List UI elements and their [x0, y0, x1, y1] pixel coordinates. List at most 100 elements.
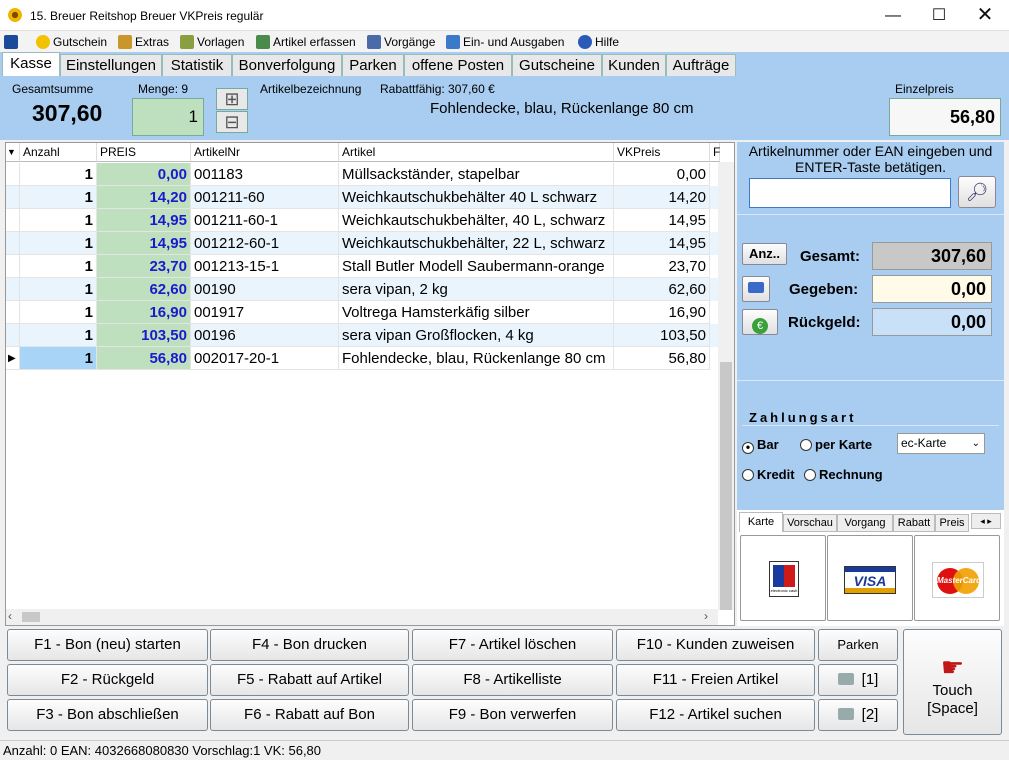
- radio-bar[interactable]: • Bar: [742, 437, 779, 454]
- col-anzahl[interactable]: Anzahl: [20, 143, 97, 162]
- f4-button[interactable]: F4 - Bon drucken: [210, 629, 409, 661]
- cell-nr: 002017-20-1: [191, 347, 339, 370]
- subtab-vorschau[interactable]: Vorschau: [783, 514, 837, 532]
- ec-card-button[interactable]: electronic cash: [740, 535, 826, 621]
- gesamt-label: Gesamt:: [800, 248, 861, 265]
- euro-button[interactable]: €: [742, 309, 778, 335]
- f12-button[interactable]: F12 - Artikel suchen: [616, 699, 815, 731]
- table-row[interactable]: 1 16,90 001917 Voltrega Hamsterkäfig silber…: [6, 301, 718, 324]
- scroll-left-icon[interactable]: ‹: [8, 609, 12, 623]
- touch-button[interactable]: ☛ Touch [Space]: [903, 629, 1002, 735]
- horizontal-scroll-thumb[interactable]: [22, 612, 40, 622]
- menu-artikel-erfassen[interactable]: Artikel erfassen: [256, 34, 356, 50]
- exit-icon[interactable]: [4, 34, 21, 50]
- article-search-input[interactable]: [749, 178, 951, 208]
- f5-button[interactable]: F5 - Rabatt auf Artikel: [210, 664, 409, 696]
- karte-select[interactable]: ec-Karte ⌄: [897, 433, 985, 454]
- col-artikelnr[interactable]: ArtikelNr: [191, 143, 339, 162]
- table-row[interactable]: 1 14,95 001211-60-1 Weichkautschukbehälter,…: [6, 209, 718, 232]
- row-indicator: [6, 163, 20, 186]
- pointing-hand-icon: ☛: [940, 652, 965, 682]
- table-row[interactable]: 1 23,70 001213-15-1 Stall Butler Modell Sau…: [6, 255, 718, 278]
- visa-card-button[interactable]: VISA: [827, 535, 913, 621]
- subtab-preis[interactable]: Preis: [935, 514, 969, 532]
- col-f[interactable]: F: [710, 143, 720, 162]
- zahlungsart-label: Zahlungsart: [749, 410, 857, 425]
- tab-kunden[interactable]: Kunden: [602, 54, 666, 76]
- parken-button[interactable]: Parken: [818, 629, 898, 661]
- minimize-button[interactable]: —: [870, 0, 916, 31]
- horizontal-scrollbar[interactable]: ‹ ›: [6, 609, 718, 625]
- tab-kasse[interactable]: Kasse: [2, 52, 60, 76]
- menu-gutschein[interactable]: Gutschein: [36, 34, 107, 50]
- radio-rechnung[interactable]: Rechnung: [804, 467, 883, 482]
- euro-coin-icon: €: [752, 318, 768, 334]
- mastercard-button[interactable]: MasterCard: [914, 535, 1000, 621]
- cell-vk: 0,00: [614, 163, 710, 186]
- menge-input[interactable]: 1: [132, 98, 204, 136]
- menu-hilfe[interactable]: Hilfe: [578, 34, 619, 50]
- printer-icon: [837, 708, 854, 720]
- table-row[interactable]: 1 14,20 001211-60 Weichkautschukbehälter 40…: [6, 186, 718, 209]
- table-row[interactable]: ▶ 1 56,80 002017-20-1 Fohlendecke, blau, Rüc…: [6, 347, 718, 370]
- minus-button[interactable]: ⊟: [216, 111, 248, 133]
- print-1-button[interactable]: [1]: [818, 664, 898, 696]
- f8-button[interactable]: F8 - Artikelliste: [412, 664, 613, 696]
- tab-statistik[interactable]: Statistik: [162, 54, 232, 76]
- radio-kredit[interactable]: Kredit: [742, 467, 795, 482]
- cell-anzahl: 1: [20, 301, 97, 324]
- visa-logo-icon: VISA: [844, 566, 896, 594]
- menu-vorlagen[interactable]: Vorlagen: [180, 34, 244, 50]
- table-row[interactable]: 1 62,60 00190 sera vipan, 2 kg 62,60: [6, 278, 718, 301]
- col-preis[interactable]: PREIS: [97, 143, 191, 162]
- table-row[interactable]: 1 0,00 001183 Müllsackständer, stapelbar 0,0…: [6, 163, 718, 186]
- ec-logo-icon: electronic cash: [769, 561, 799, 597]
- gegeben-input[interactable]: 0,00: [872, 275, 992, 303]
- plus-button[interactable]: ⊞: [216, 88, 248, 110]
- subtab-karte[interactable]: Karte: [739, 512, 783, 532]
- scroll-right-icon[interactable]: ›: [704, 609, 708, 623]
- menu-vorgaenge[interactable]: Vorgänge: [367, 34, 435, 50]
- f3-button[interactable]: F3 - Bon abschließen: [7, 699, 208, 731]
- tab-parken[interactable]: Parken: [342, 54, 404, 76]
- tab-gutscheine[interactable]: Gutscheine: [512, 54, 602, 76]
- cell-preis: 16,90: [97, 301, 191, 324]
- divider: [737, 380, 1004, 381]
- tab-offene-posten[interactable]: offene Posten: [404, 54, 512, 76]
- vertical-scrollbar[interactable]: [718, 162, 734, 610]
- subtab-vorgang[interactable]: Vorgang: [837, 514, 893, 532]
- col-vkpreis[interactable]: VKPreis: [614, 143, 710, 162]
- table-row[interactable]: 1 14,95 001212-60-1 Weichkautschukbehälter,…: [6, 232, 718, 255]
- anzahl-button[interactable]: Anz..: [742, 243, 787, 265]
- search-button[interactable]: 🔎︎: [958, 176, 996, 208]
- f6-button[interactable]: F6 - Rabatt auf Bon: [210, 699, 409, 731]
- menu-ein-ausgaben[interactable]: Ein- und Ausgaben: [446, 34, 564, 50]
- cell-vk: 14,95: [614, 232, 710, 255]
- radio-per-karte[interactable]: per Karte: [800, 437, 872, 452]
- vertical-scroll-thumb[interactable]: [720, 362, 732, 610]
- card-payment-button[interactable]: [742, 276, 770, 302]
- f7-button[interactable]: F7 - Artikel löschen: [412, 629, 613, 661]
- subtab-rabatt[interactable]: Rabatt: [893, 514, 935, 532]
- f10-button[interactable]: F10 - Kunden zuweisen: [616, 629, 815, 661]
- tab-bonverfolgung[interactable]: Bonverfolgung: [232, 54, 342, 76]
- cell-preis: 14,95: [97, 232, 191, 255]
- print-2-button[interactable]: [2]: [818, 699, 898, 731]
- subtab-scroll-arrows[interactable]: ◂ ▸: [971, 513, 1001, 529]
- gesamtsumme-label: Gesamtsumme: [12, 82, 94, 96]
- f9-button[interactable]: F9 - Bon verwerfen: [412, 699, 613, 731]
- col-artikel[interactable]: Artikel: [339, 143, 614, 162]
- grid-menu-icon[interactable]: ▼: [6, 143, 20, 162]
- tab-einstellungen[interactable]: Einstellungen: [60, 54, 162, 76]
- table-row[interactable]: 1 103,50 00196 sera vipan Großflocken, 4 kg…: [6, 324, 718, 347]
- f2-button[interactable]: F2 - Rückgeld: [7, 664, 208, 696]
- menu-extras[interactable]: Extras: [118, 34, 169, 50]
- header-panel: Gesamtsumme 307,60 Menge: 9 1 ⊞ ⊟ Artike…: [0, 76, 1009, 140]
- cell-preis: 62,60: [97, 278, 191, 301]
- tab-auftraege[interactable]: Aufträge: [666, 54, 736, 76]
- close-button[interactable]: ✕: [962, 0, 1008, 31]
- f11-button[interactable]: F11 - Freien Artikel: [616, 664, 815, 696]
- maximize-button[interactable]: ☐: [916, 0, 962, 31]
- f1-button[interactable]: F1 - Bon (neu) starten: [7, 629, 208, 661]
- gegeben-label: Gegeben:: [789, 281, 859, 298]
